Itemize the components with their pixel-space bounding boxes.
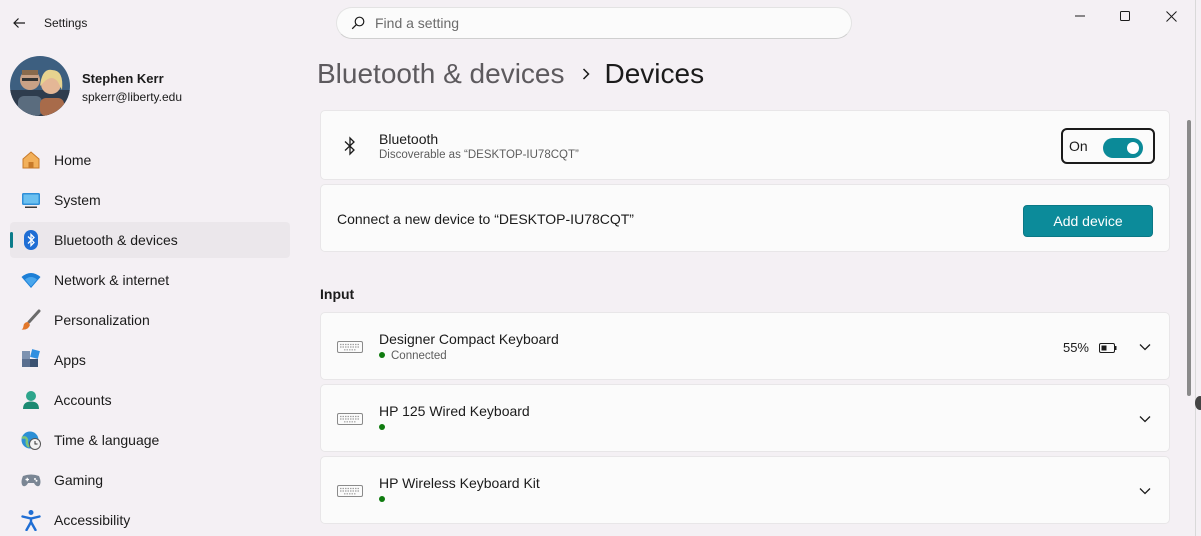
device-name: HP Wireless Keyboard Kit <box>379 475 540 491</box>
toggle-switch[interactable] <box>1103 138 1143 158</box>
connect-device-text: Connect a new device to “DESKTOP-IU78CQT… <box>337 211 634 227</box>
sidebar-item-system[interactable]: System <box>10 182 290 218</box>
accessibility-icon <box>20 509 42 531</box>
device-name: Designer Compact Keyboard <box>379 331 559 347</box>
close-icon <box>1165 10 1177 22</box>
page-title: Devices <box>604 58 705 89</box>
sidebar-item-label: System <box>54 192 101 208</box>
minimize-button[interactable] <box>1057 0 1103 32</box>
search-icon <box>351 16 365 30</box>
close-button[interactable] <box>1148 0 1194 32</box>
sidebar-item-bluetooth-devices[interactable]: Bluetooth & devices <box>10 222 290 258</box>
sidebar-item-label: Accounts <box>54 392 112 408</box>
bluetooth-card: Bluetooth Discoverable as “DESKTOP-IU78C… <box>320 110 1170 180</box>
gamepad-icon <box>20 469 42 491</box>
sidebar-item-label: Apps <box>54 352 86 368</box>
back-button[interactable] <box>8 12 30 34</box>
input-section-header: Input <box>320 286 355 302</box>
keyboard-icon <box>337 481 363 501</box>
brush-icon <box>20 309 42 331</box>
device-status-text: Connected <box>391 350 447 362</box>
bluetooth-toggle[interactable]: On <box>1061 128 1155 164</box>
connected-status-dot <box>379 351 385 358</box>
maximize-button[interactable] <box>1102 0 1148 32</box>
search-input[interactable] <box>375 15 815 31</box>
device-row[interactable]: HP Wireless Keyboard Kit <box>320 456 1170 524</box>
sidebar-item-label: Gaming <box>54 472 104 488</box>
keyboard-icon <box>337 337 363 357</box>
window-edge-divider <box>1195 0 1196 536</box>
search-box[interactable] <box>336 7 852 39</box>
wifi-icon <box>20 269 42 291</box>
sidebar-item-label: Accessibility <box>54 512 131 528</box>
chevron-down-icon[interactable] <box>1137 483 1153 499</box>
sidebar-item-time-language[interactable]: Time & language <box>10 422 290 458</box>
device-row[interactable]: HP 125 Wired Keyboard <box>320 384 1170 452</box>
sidebar-item-accounts[interactable]: Accounts <box>10 382 290 418</box>
profile-photo <box>10 56 70 116</box>
connected-status-dot <box>379 423 385 430</box>
toggle-state-label: On <box>1069 138 1088 154</box>
accounts-icon <box>20 389 42 411</box>
background-window-fragment <box>1195 396 1201 410</box>
device-row[interactable]: Designer Compact Keyboard Connected 55% <box>320 312 1170 380</box>
chevron-down-icon[interactable] <box>1137 411 1153 427</box>
sidebar-item-label: Home <box>54 152 92 168</box>
system-icon <box>20 189 42 211</box>
device-status <box>379 422 391 434</box>
sidebar-item-label: Network & internet <box>54 272 170 288</box>
sidebar-item-label: Time & language <box>54 432 160 448</box>
device-name: HP 125 Wired Keyboard <box>379 403 530 419</box>
add-device-button[interactable]: Add device <box>1023 205 1153 237</box>
sidebar-item-label: Bluetooth & devices <box>54 232 178 248</box>
device-status <box>379 494 391 506</box>
device-status: Connected <box>379 350 447 362</box>
settings-window: Settings Stephen Kerr spkerr@liberty.edu <box>0 0 1201 536</box>
battery-icon <box>1099 342 1117 353</box>
user-email: spkerr@liberty.edu <box>82 90 182 104</box>
breadcrumb: Bluetooth & devices Devices <box>317 58 704 90</box>
sidebar-item-accessibility[interactable]: Accessibility <box>10 502 290 536</box>
bluetooth-icon <box>20 229 42 251</box>
sidebar-item-label: Personalization <box>54 312 150 328</box>
keyboard-icon <box>337 409 363 429</box>
bluetooth-title: Bluetooth <box>379 131 439 147</box>
sidebar-item-network-internet[interactable]: Network & internet <box>10 262 290 298</box>
bluetooth-icon <box>337 136 363 156</box>
battery-indicator: 55% <box>1063 340 1117 355</box>
sidebar-item-apps[interactable]: Apps <box>10 342 290 378</box>
apps-icon <box>20 349 42 371</box>
user-name: Stephen Kerr <box>82 71 164 86</box>
maximize-icon <box>1120 11 1130 21</box>
add-device-card: Connect a new device to “DESKTOP-IU78CQT… <box>320 184 1170 252</box>
battery-level: 55% <box>1062 340 1089 355</box>
chevron-down-icon[interactable] <box>1137 339 1153 355</box>
sidebar-item-personalization[interactable]: Personalization <box>10 302 290 338</box>
app-title: Settings <box>44 16 88 30</box>
home-icon <box>20 149 42 171</box>
sidebar-nav: Home System Bluetooth & devices Network … <box>10 142 290 536</box>
sidebar-item-home[interactable]: Home <box>10 142 290 178</box>
breadcrumb-parent-link[interactable]: Bluetooth & devices <box>317 58 565 90</box>
toggle-knob <box>1127 142 1139 154</box>
sidebar-item-gaming[interactable]: Gaming <box>10 462 290 498</box>
avatar[interactable] <box>10 56 70 116</box>
chevron-right-icon <box>581 67 591 81</box>
minimize-icon <box>1075 15 1085 17</box>
arrow-left-icon <box>13 18 25 28</box>
bluetooth-discoverable-text: Discoverable as “DESKTOP-IU78CQT” <box>379 149 579 161</box>
globe-clock-icon <box>20 429 42 451</box>
scrollbar-thumb[interactable] <box>1187 120 1191 396</box>
connected-status-dot <box>379 495 385 502</box>
